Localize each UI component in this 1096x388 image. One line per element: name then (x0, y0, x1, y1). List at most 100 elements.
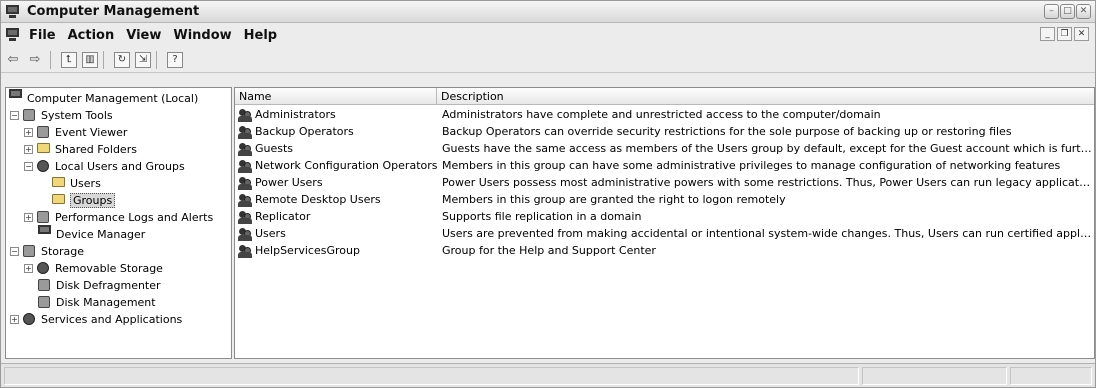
device-manager-icon (38, 224, 52, 242)
event-viewer-icon (37, 125, 51, 140)
child-window-controls: _ ❐ ✕ (1040, 27, 1089, 41)
removable-storage-icon (37, 261, 51, 276)
child-restore-button[interactable]: ❐ (1057, 27, 1072, 41)
tree-item-root[interactable]: Computer Management (Local) (9, 88, 198, 107)
collapse-icon[interactable]: − (24, 162, 33, 171)
tree-label: Shared Folders (55, 143, 137, 156)
minimize-button[interactable]: – (1044, 4, 1059, 19)
maximize-button[interactable]: □ (1060, 4, 1075, 19)
column-header-description[interactable]: Description (437, 88, 1094, 105)
group-name: Replicator (255, 210, 311, 223)
title-bar[interactable]: Computer Management – □ ✕ (1, 1, 1095, 23)
tree-label: Device Manager (56, 228, 146, 241)
list-item[interactable]: Backup Operators Backup Operators can ov… (235, 123, 1094, 140)
tree-item-shared-folders[interactable]: + Shared Folders (24, 141, 137, 158)
list-item[interactable]: Users Users are prevented from making ac… (235, 225, 1094, 242)
toolbar: ⇦ ⇨ ⮤ ▥ ↻ ⇲ ? (1, 47, 1095, 73)
child-close-button[interactable]: ✕ (1074, 27, 1089, 41)
expand-icon[interactable]: + (24, 213, 33, 222)
list-item[interactable]: HelpServicesGroup Group for the Help and… (235, 242, 1094, 259)
tree-label-selected: Groups (70, 193, 116, 208)
users-groups-icon (37, 159, 51, 174)
group-name: Guests (255, 142, 294, 155)
menu-bar: File Action View Window Help _ ❐ ✕ (1, 24, 1095, 46)
tree-item-storage[interactable]: − Storage (10, 243, 84, 260)
window-controls: – □ ✕ (1044, 4, 1091, 19)
tree-item-groups[interactable]: Groups (52, 192, 116, 209)
collapse-icon[interactable]: − (10, 247, 19, 256)
menu-file[interactable]: File (29, 28, 56, 43)
expand-icon[interactable]: + (24, 264, 33, 273)
up-level-icon[interactable]: ⮤ (61, 51, 77, 68)
list-item[interactable]: Guests Guests have the same access as me… (235, 140, 1094, 157)
forward-arrow-icon[interactable]: ⇨ (25, 50, 45, 70)
tree-item-disk-management[interactable]: Disk Management (38, 294, 156, 311)
group-description: Members in this group can have some admi… (442, 159, 1061, 172)
close-button[interactable]: ✕ (1076, 4, 1091, 19)
disk-defragmenter-icon (38, 278, 52, 293)
group-description: Administrators have complete and unrestr… (442, 108, 881, 121)
console-tree[interactable]: Computer Management (Local) − System Too… (5, 87, 232, 359)
refresh-icon[interactable]: ↻ (114, 51, 130, 68)
back-arrow-icon[interactable]: ⇦ (3, 50, 23, 70)
shared-folders-icon (37, 142, 51, 157)
group-icon (238, 176, 253, 190)
status-bar (1, 363, 1095, 387)
storage-icon (23, 244, 37, 259)
toolbar-separator (156, 50, 157, 69)
list-item[interactable]: Remote Desktop Users Members in this gro… (235, 191, 1094, 208)
group-name: Users (255, 227, 286, 240)
export-list-icon[interactable]: ⇲ (135, 51, 151, 68)
toolbar-separator (103, 50, 104, 69)
group-icon (238, 125, 253, 139)
child-minimize-button[interactable]: _ (1040, 27, 1055, 41)
collapse-icon[interactable]: − (10, 111, 19, 120)
menu-action[interactable]: Action (68, 28, 115, 43)
tree-label: Event Viewer (55, 126, 128, 139)
show-hide-tree-icon[interactable]: ▥ (82, 51, 98, 68)
menu-view[interactable]: View (126, 28, 161, 43)
tree-item-services-apps[interactable]: + Services and Applications (10, 311, 182, 328)
open-folder-icon (52, 193, 66, 208)
tree-label: System Tools (41, 109, 113, 122)
expand-icon[interactable]: + (24, 145, 33, 154)
tree-item-device-manager[interactable]: Device Manager (38, 224, 146, 243)
system-menu-icon[interactable] (5, 27, 21, 43)
tree-label: Local Users and Groups (55, 160, 185, 173)
status-pane-main (4, 367, 859, 385)
folder-icon (52, 176, 66, 191)
expand-icon[interactable]: + (10, 315, 19, 324)
group-name: Power Users (255, 176, 323, 189)
menu-help[interactable]: Help (244, 28, 277, 43)
group-icon (238, 108, 253, 122)
tree-item-event-viewer[interactable]: + Event Viewer (24, 124, 127, 141)
column-header-name[interactable]: Name (235, 88, 437, 105)
group-name: Administrators (255, 108, 336, 121)
list-item[interactable]: Administrators Administrators have compl… (235, 106, 1094, 123)
tree-item-perf-logs[interactable]: + Performance Logs and Alerts (24, 209, 213, 226)
tree-item-local-users-groups[interactable]: − Local Users and Groups (24, 158, 185, 175)
status-pane-tertiary (1010, 367, 1092, 385)
list-item[interactable]: Replicator Supports file replication in … (235, 208, 1094, 225)
tree-item-users[interactable]: Users (52, 175, 101, 192)
computer-management-icon (5, 4, 21, 20)
details-list[interactable]: Name Description Administrators Administ… (234, 87, 1095, 359)
tree-label: Disk Defragmenter (56, 279, 161, 292)
system-tools-icon (23, 108, 37, 123)
computer-icon (9, 88, 23, 106)
menu-window[interactable]: Window (173, 28, 231, 43)
status-pane-secondary (862, 367, 1007, 385)
group-icon (238, 210, 253, 224)
group-name: HelpServicesGroup (255, 244, 360, 257)
list-item[interactable]: Power Users Power Users possess most adm… (235, 174, 1094, 191)
group-name: Remote Desktop Users (255, 193, 381, 206)
help-icon[interactable]: ? (167, 51, 183, 68)
group-description: Members in this group are granted the ri… (442, 193, 786, 206)
disk-management-icon (38, 295, 52, 310)
performance-logs-icon (37, 210, 51, 225)
tree-item-disk-defragmenter[interactable]: Disk Defragmenter (38, 277, 161, 294)
expand-icon[interactable]: + (24, 128, 33, 137)
tree-item-system-tools[interactable]: − System Tools (10, 107, 113, 124)
list-item[interactable]: Network Configuration Operators Members … (235, 157, 1094, 174)
tree-item-removable-storage[interactable]: + Removable Storage (24, 260, 163, 277)
